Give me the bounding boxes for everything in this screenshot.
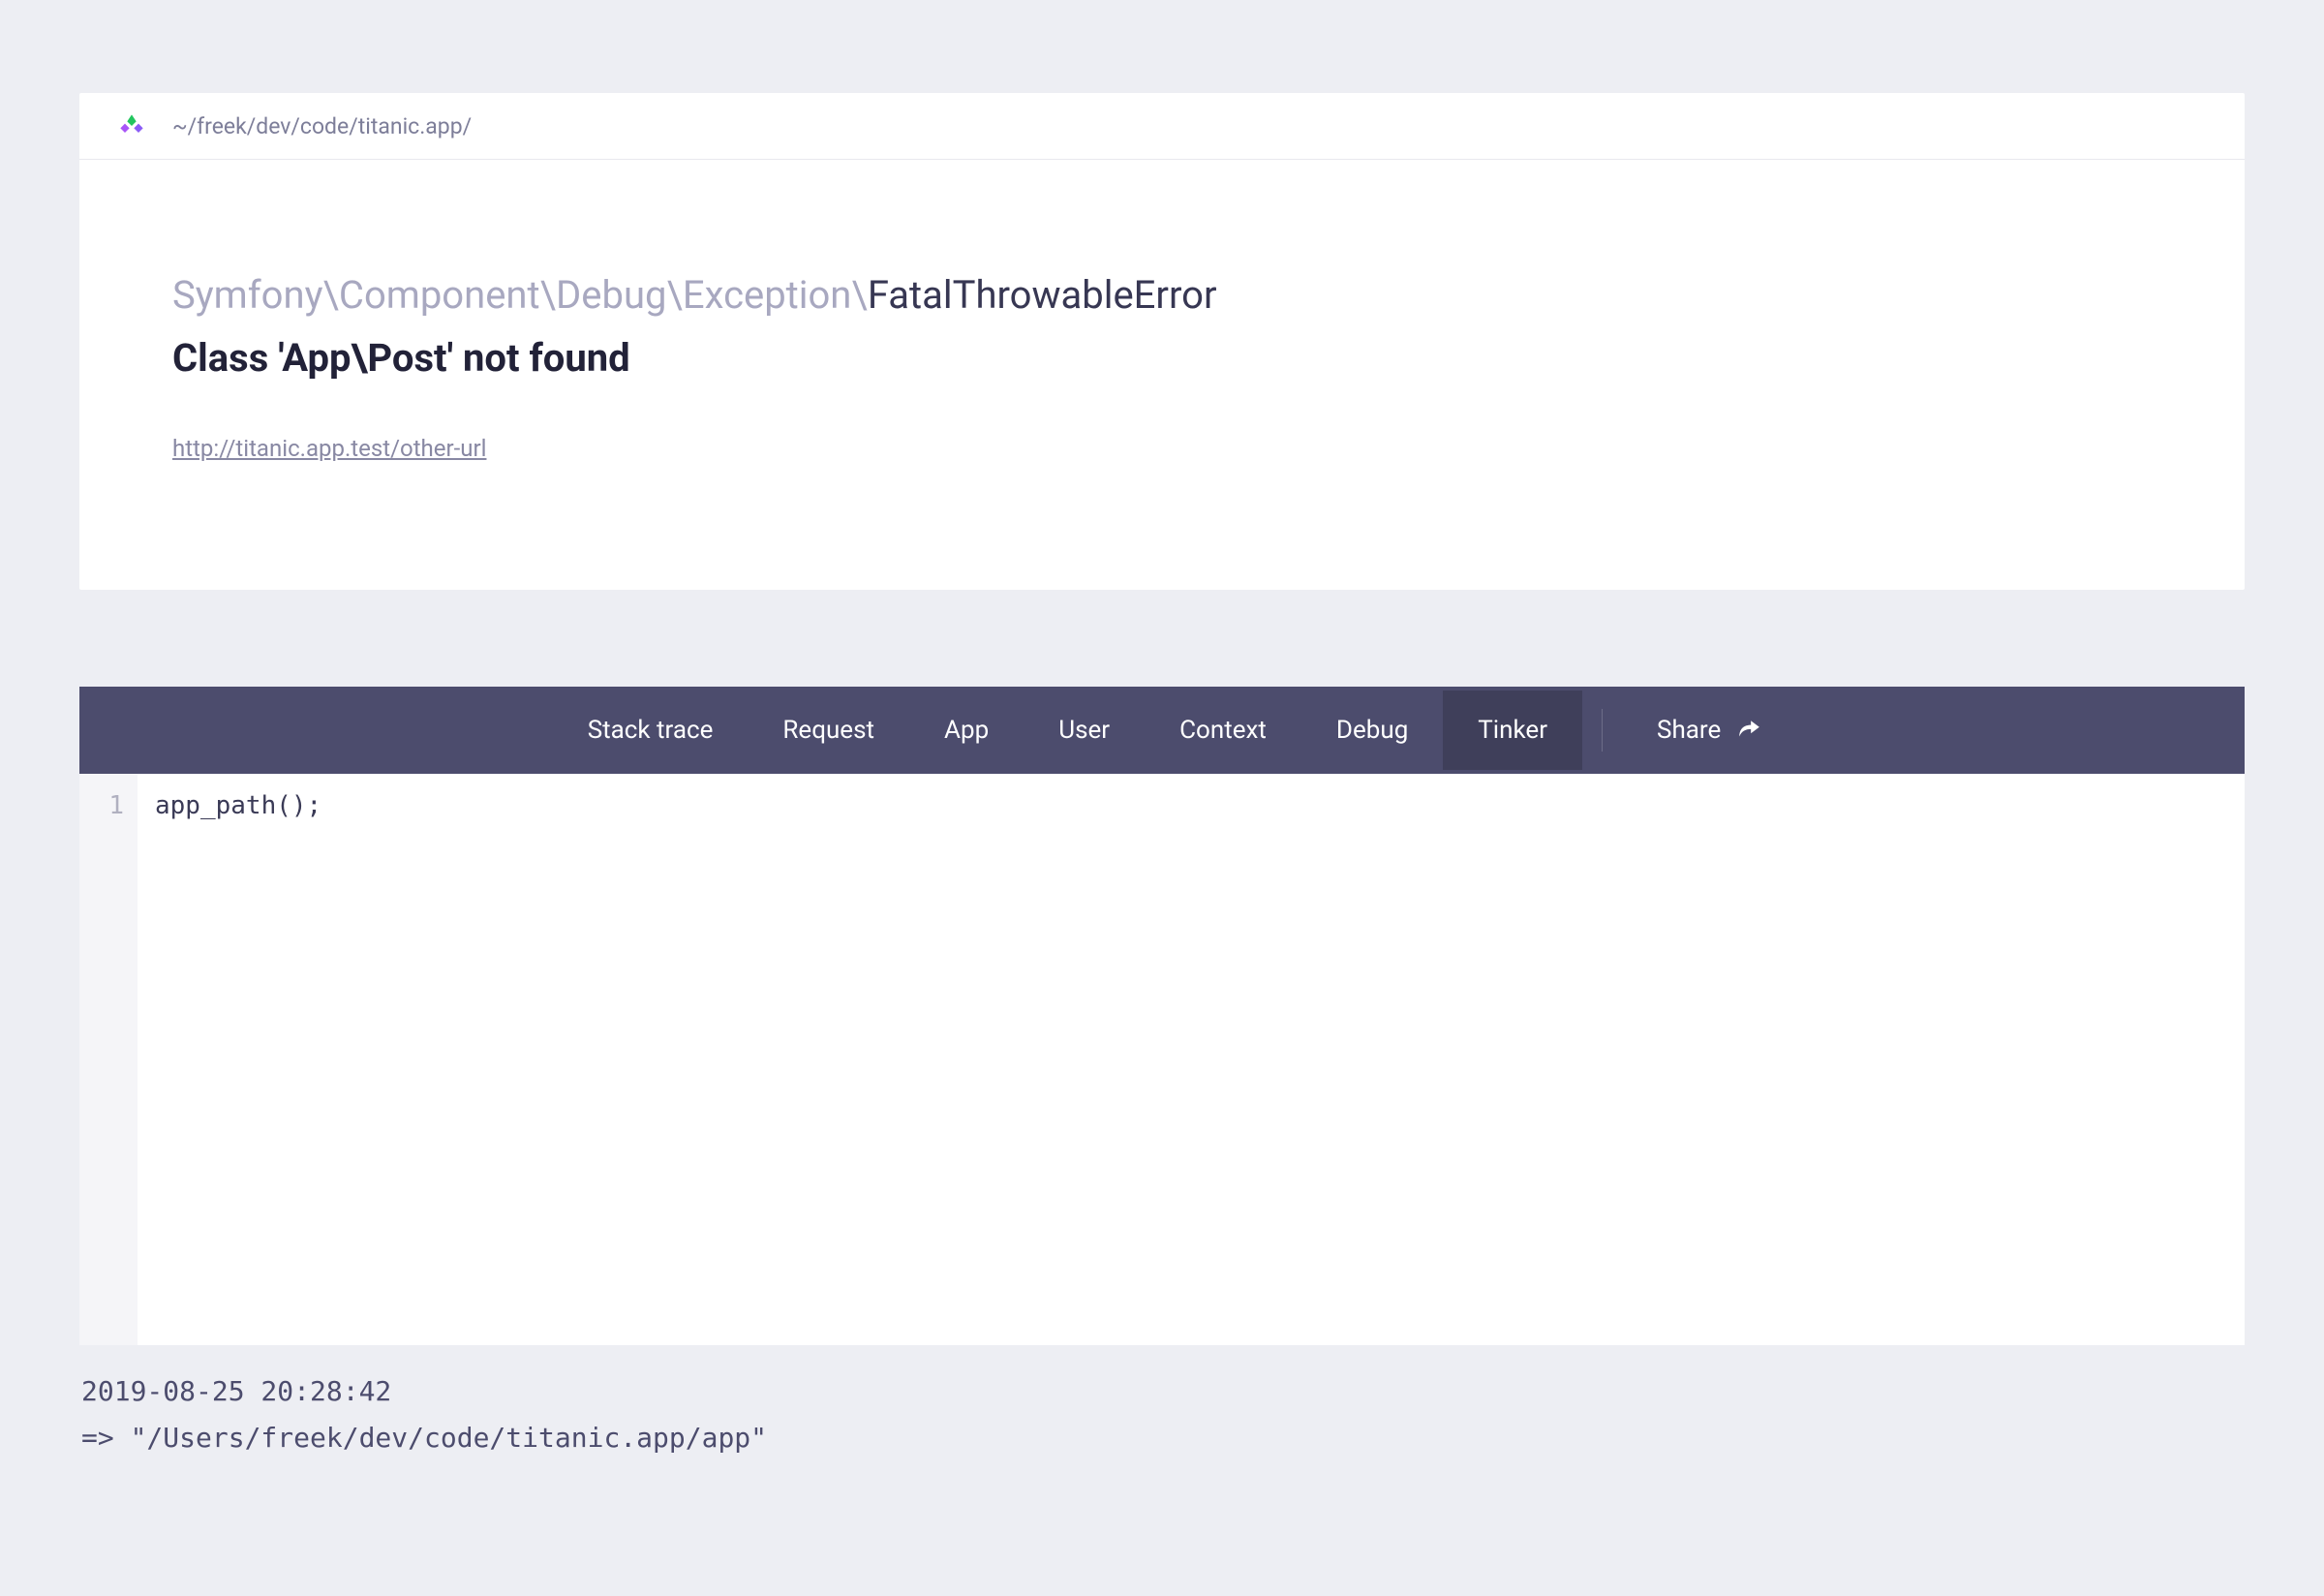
tab-tinker[interactable]: Tinker bbox=[1443, 691, 1582, 770]
share-label: Share bbox=[1657, 716, 1721, 745]
output-timestamp: 2019-08-25 20:28:42 bbox=[79, 1368, 2245, 1415]
output-result: => "/Users/freek/dev/code/titanic.app/ap… bbox=[79, 1415, 2245, 1461]
tab-request[interactable]: Request bbox=[748, 691, 909, 770]
share-button[interactable]: Share bbox=[1622, 691, 1771, 770]
exception-namespace: Symfony\Component\Debug\Exception\ bbox=[172, 272, 868, 318]
exception-class: FatalThrowableError bbox=[868, 272, 1217, 318]
line-number: 1 bbox=[79, 791, 138, 820]
exception-message: Class 'App\Post' not found bbox=[172, 335, 2152, 381]
share-icon bbox=[1736, 718, 1761, 743]
tab-stack-trace[interactable]: Stack trace bbox=[553, 691, 749, 770]
tab-debug[interactable]: Debug bbox=[1301, 691, 1443, 770]
card-header: ~/freek/dev/code/titanic.app/ bbox=[79, 93, 2245, 160]
output-panel: 2019-08-25 20:28:42 => "/Users/freek/dev… bbox=[79, 1345, 2245, 1460]
code-content[interactable]: app_path(); bbox=[138, 774, 2245, 1345]
code-line: app_path(); bbox=[155, 791, 2227, 820]
breadcrumb-path: ~/freek/dev/code/titanic.app/ bbox=[172, 113, 472, 139]
app-icon bbox=[118, 112, 145, 139]
card-body: Symfony\Component\Debug\Exception\FatalT… bbox=[79, 160, 2245, 590]
nav-bar: Stack trace Request App User Context Deb… bbox=[79, 687, 2245, 774]
code-editor[interactable]: 1 app_path(); bbox=[79, 774, 2245, 1345]
exception-url[interactable]: http://titanic.app.test/other-url bbox=[172, 435, 486, 462]
tab-app[interactable]: App bbox=[909, 691, 1024, 770]
tab-user[interactable]: User bbox=[1024, 691, 1145, 770]
tinker-panel: Stack trace Request App User Context Deb… bbox=[79, 687, 2245, 1460]
nav-divider bbox=[1602, 709, 1603, 752]
line-gutter: 1 bbox=[79, 774, 138, 1345]
tab-context[interactable]: Context bbox=[1145, 691, 1301, 770]
error-card: ~/freek/dev/code/titanic.app/ Symfony\Co… bbox=[79, 93, 2245, 590]
